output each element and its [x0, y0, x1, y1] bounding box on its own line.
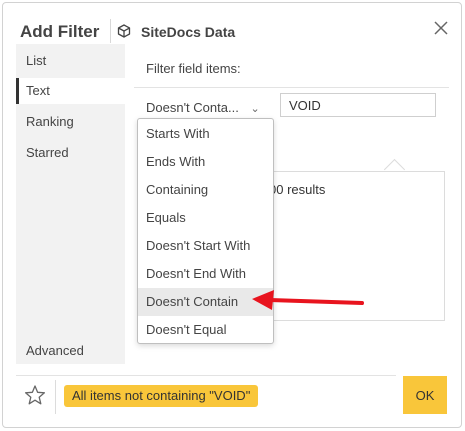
sidebar-item-label: Text [26, 83, 50, 98]
operator-option-starts-with[interactable]: Starts With [138, 120, 273, 148]
sidebar-item-label: Advanced [26, 343, 84, 358]
sidebar-item-advanced[interactable]: Advanced [16, 338, 125, 364]
content-divider [134, 87, 449, 88]
sidebar-item-starred[interactable]: Starred [16, 140, 125, 166]
header-divider [110, 19, 111, 43]
sidebar-item-list[interactable]: List [16, 48, 125, 74]
sidebar-item-label: Ranking [26, 114, 74, 129]
dialog-title: Add Filter [20, 22, 100, 41]
sidebar-item-ranking[interactable]: Ranking [16, 109, 125, 135]
data-source-name: SiteDocs Data [141, 24, 236, 40]
operator-option-containing[interactable]: Containing [138, 176, 273, 204]
close-icon[interactable] [431, 18, 451, 38]
operator-select[interactable]: Doesn't Conta... ⌄ [146, 100, 260, 115]
operator-option-doesnt-start-with[interactable]: Doesn't Start With [138, 232, 273, 260]
filter-field-label: Filter field items: [146, 61, 241, 76]
cube-icon [117, 24, 131, 38]
filter-summary-badge: All items not containing "VOID" [64, 385, 259, 407]
filter-value-input[interactable] [280, 93, 436, 117]
sidebar-item-text[interactable]: Text [16, 78, 125, 104]
sidebar-item-label: List [26, 53, 47, 68]
operator-option-ends-with[interactable]: Ends With [138, 148, 273, 176]
star-icon[interactable] [24, 384, 46, 406]
results-count: 00 results [269, 182, 326, 197]
ok-button[interactable]: OK [403, 376, 447, 414]
operator-option-doesnt-equal[interactable]: Doesn't Equal [138, 316, 273, 344]
red-arrow-annotation [252, 290, 364, 310]
footer-divider [16, 375, 396, 376]
sidebar-item-label: Starred [26, 145, 69, 160]
operator-option-equals[interactable]: Equals [138, 204, 273, 232]
filter-type-sidebar: List Text Ranking Starred Advanced [16, 44, 125, 364]
operator-option-doesnt-end-with[interactable]: Doesn't End With [138, 260, 273, 288]
chevron-down-icon: ⌄ [250, 103, 260, 115]
operator-selected-value: Doesn't Conta... [146, 100, 239, 115]
dialog-header: Add Filter SiteDocs Data [3, 3, 461, 47]
footer-vertical-divider [55, 380, 56, 414]
